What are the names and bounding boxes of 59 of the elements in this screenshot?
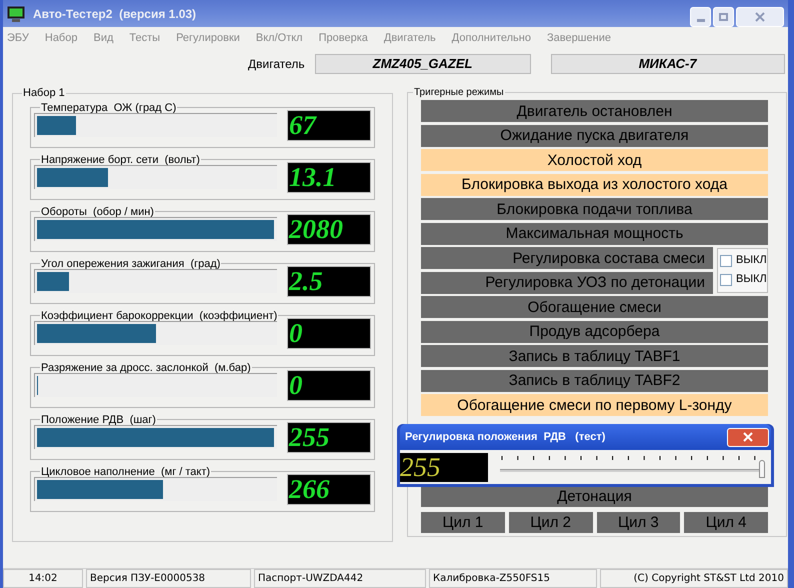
gauge-label: Цикловое наполнение (мг / такт) — [40, 466, 212, 478]
gauge-label: Коэффициент барокоррекции (коэффициент) — [40, 310, 278, 322]
value-display: 13.1 — [287, 162, 371, 192]
value-display: 0 — [287, 318, 371, 348]
mode-indicator: Запись в таблицу TABF1 — [421, 345, 768, 367]
status-panel: Паспорт-UWZDA442 — [254, 569, 426, 588]
status-panel: 14:02 — [3, 569, 83, 588]
group-title: Тригерные режимы — [413, 86, 505, 100]
close-icon — [755, 12, 765, 22]
mode-indicator: Детонация — [421, 485, 768, 507]
checkbox-label: ВЫКЛ — [736, 255, 767, 266]
engine-field: МИКАС-7 — [550, 54, 785, 74]
mode-indicator: Регулировка состава смеси — [421, 247, 713, 269]
mode-indicator: Максимальная мощность — [421, 222, 768, 244]
checkbox[interactable] — [720, 274, 732, 286]
checkbox-label: ВЫКЛ — [736, 274, 767, 286]
gauge-label: Температура ОЖ (град С) — [40, 102, 178, 114]
value-display: 0 — [287, 370, 371, 400]
gauge-label: Обороты (обор / мин) — [40, 206, 155, 218]
value-display: 2080 — [287, 214, 371, 244]
dialog-title: Регулировка положения РДВ (тест) — [405, 430, 606, 445]
gauge-label: Положение РДВ (шаг) — [40, 414, 157, 426]
minimize-button[interactable] — [690, 6, 711, 26]
checkbox[interactable] — [720, 254, 732, 267]
value-display: 2.5 — [287, 266, 371, 296]
status-panel: (C) Copyright ST&ST Ltd 2010 — [600, 569, 788, 588]
mode-indicator: Холостой ход — [421, 149, 768, 171]
close-button[interactable] — [727, 428, 769, 446]
mode-indicator: Обогащение смеси — [421, 296, 768, 318]
status-panel: Калибровка-Z550FS15 — [429, 569, 597, 588]
cylinder-indicator: Цил 2 — [508, 512, 592, 532]
mode-indicator: Двигатель остановлен — [421, 100, 768, 122]
value-display: 266 — [287, 474, 371, 504]
mode-indicator: Обогащение смеси по первому L-зонду — [421, 394, 768, 416]
mode-indicator: Блокировка подачи топлива — [421, 198, 768, 220]
gauge-label: Разряжение за дросс. заслонкой (м.бар) — [40, 362, 252, 374]
mode-indicator: Ожидание пуска двигателя — [421, 124, 768, 146]
mode-indicator: Запись в таблицу TABF2 — [421, 370, 768, 392]
cylinder-indicator: Цил 1 — [421, 512, 505, 532]
window-title: Авто-Тестер2 (версия 1.03) — [33, 6, 196, 22]
gauge-label: Угол опережения зажигания (град) — [40, 258, 222, 270]
group-title: Набор 1 — [22, 86, 66, 101]
gauge-label: Напряжение борт. сети (вольт) — [40, 154, 201, 166]
value-display: 67 — [287, 110, 371, 140]
maximize-button[interactable] — [713, 6, 734, 26]
slider-thumb[interactable] — [759, 460, 765, 478]
value-display: 255 — [400, 452, 488, 482]
close-button[interactable] — [736, 6, 784, 26]
mode-indicator: Блокировка выхода из холостого хода — [421, 174, 768, 196]
mode-indicator: Продув адсорбера — [421, 320, 768, 342]
mode-indicator: Регулировка УОЗ по детонации — [421, 272, 713, 294]
monitor-icon — [7, 6, 25, 22]
engine-field: ZMZ405_GAZEL — [314, 54, 531, 74]
close-icon — [743, 432, 753, 442]
engine-label: Двигатель — [248, 56, 305, 73]
status-panel: Версия ПЗУ-E0000538 — [86, 569, 251, 588]
cylinder-indicator: Цил 4 — [684, 512, 768, 532]
value-display: 255 — [287, 422, 371, 452]
cylinder-indicator: Цил 3 — [596, 512, 680, 532]
